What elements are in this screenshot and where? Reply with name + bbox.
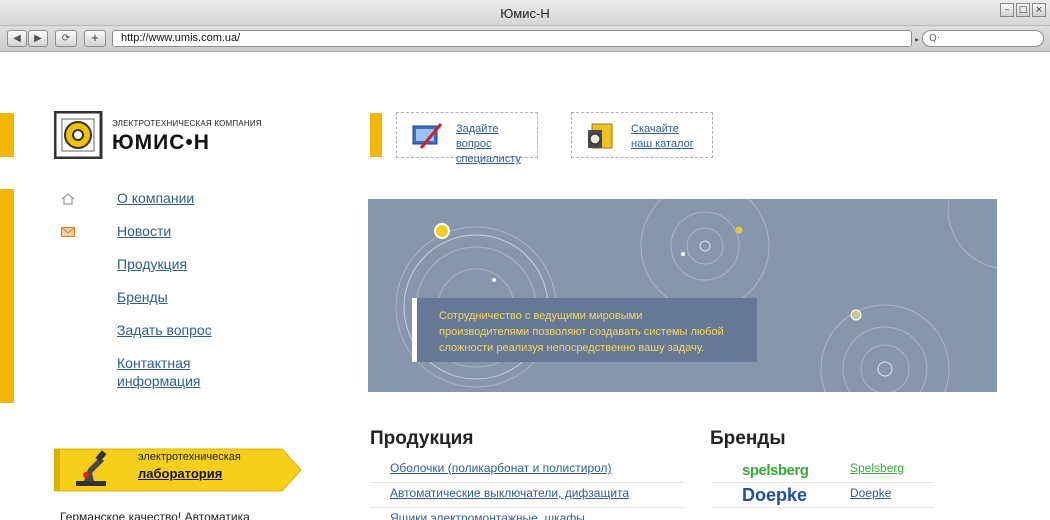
nav-link-news[interactable]: Новости [117, 222, 171, 240]
logo-name: ЮМИС•Н [112, 131, 210, 154]
web-page: ЭЛЕКТРОТЕХНИЧЕСКАЯ КОМПАНИЯ ЮМИС•Н Задай… [0, 53, 1050, 520]
laboratory-caption: электротехническая [138, 451, 241, 463]
nav-link-ask-question[interactable]: Задать вопрос [117, 321, 212, 339]
download-catalog-link[interactable]: Скачайте наш каталог [571, 112, 713, 158]
nav-link-brands[interactable]: Бренды [117, 288, 168, 306]
address-bar-dropdown-icon[interactable]: ▸ [915, 35, 919, 44]
logo-emblem-icon [53, 110, 103, 160]
nav-item-about[interactable]: О компании [60, 189, 260, 209]
forward-button[interactable]: ▶ [28, 30, 48, 47]
product-row[interactable]: Оболочки (поликарбонат и полистирол) [370, 459, 685, 483]
nav-link-products[interactable]: Продукция [117, 255, 187, 273]
close-button[interactable]: × [1032, 3, 1046, 17]
window-controls: – □ × [1000, 3, 1046, 17]
accent-bar-quick [370, 113, 382, 157]
doepke-logo[interactable]: Doepke [742, 485, 816, 509]
laboratory-description: Германское качество! Автоматика [60, 510, 250, 520]
brand-link-spelsberg[interactable]: Spelsberg [850, 461, 904, 475]
brands-heading: Бренды [710, 428, 786, 449]
add-bookmark-button[interactable]: + [84, 30, 106, 47]
browser-toolbar: ◀ ▶ ⟳ + http://www.umis.com.ua/ ▸ Q· [0, 26, 1050, 52]
product-link[interactable]: Автоматические выключатели, дифзащита [390, 486, 629, 500]
product-link[interactable]: Оболочки (поликарбонат и полистирол) [390, 461, 612, 475]
search-input[interactable]: Q· [922, 30, 1044, 47]
mail-icon [61, 227, 75, 237]
brand-link-doepke[interactable]: Doepke [850, 486, 891, 500]
promo-banner: Сотрудничество с ведущими мировыми произ… [368, 199, 997, 392]
products-heading: Продукция [370, 428, 474, 449]
accent-bar-nav [0, 189, 14, 403]
nav-link-contacts[interactable]: Контактная информация [117, 354, 200, 390]
banner-callout: Сотрудничество с ведущими мировыми произ… [412, 298, 757, 362]
nav-link-about[interactable]: О компании [117, 189, 194, 207]
banner-orbits-graphic [395, 199, 997, 392]
product-row[interactable]: Автоматические выключатели, дифзащита [370, 484, 685, 508]
nav-item-ask-question[interactable]: Задать вопрос [60, 321, 260, 341]
maximize-button[interactable]: □ [1016, 3, 1030, 17]
ask-specialist-link[interactable]: Задайте вопрос специалисту [396, 112, 538, 165]
back-button[interactable]: ◀ [7, 30, 27, 47]
logo-caption: ЭЛЕКТРОТЕХНИЧЕСКАЯ КОМПАНИЯ [112, 119, 262, 128]
question-form-icon [412, 123, 443, 149]
minimize-button[interactable]: – [1000, 3, 1014, 17]
download-catalog-text[interactable]: Скачайте наш каталог [631, 122, 694, 152]
nav-item-news[interactable]: Новости [60, 222, 260, 242]
laboratory-link[interactable]: лаборатория [138, 466, 222, 481]
accent-bar-header [0, 113, 14, 157]
ask-specialist-text[interactable]: Задайте вопрос специалисту [456, 122, 537, 167]
brand-row[interactable]: spelsberg Spelsberg [712, 458, 934, 483]
catalog-icon [588, 123, 613, 149]
nav-item-brands[interactable]: Бренды [60, 288, 260, 308]
address-bar[interactable]: http://www.umis.com.ua/ [112, 30, 912, 47]
window-title: Юмис-Н [500, 6, 550, 21]
product-link[interactable]: Ящики электромонтажные, шкафы [390, 511, 585, 520]
product-row[interactable]: Ящики электромонтажные, шкафы [370, 509, 685, 520]
reload-button[interactable]: ⟳ [55, 30, 77, 47]
window-titlebar: Юмис-Н – □ × [0, 0, 1050, 26]
nav-item-contacts[interactable]: Контактная информация [60, 354, 260, 390]
brand-row[interactable]: Doepke Doepke [712, 483, 934, 508]
nav-item-products[interactable]: Продукция [60, 255, 260, 275]
home-icon [61, 193, 75, 205]
